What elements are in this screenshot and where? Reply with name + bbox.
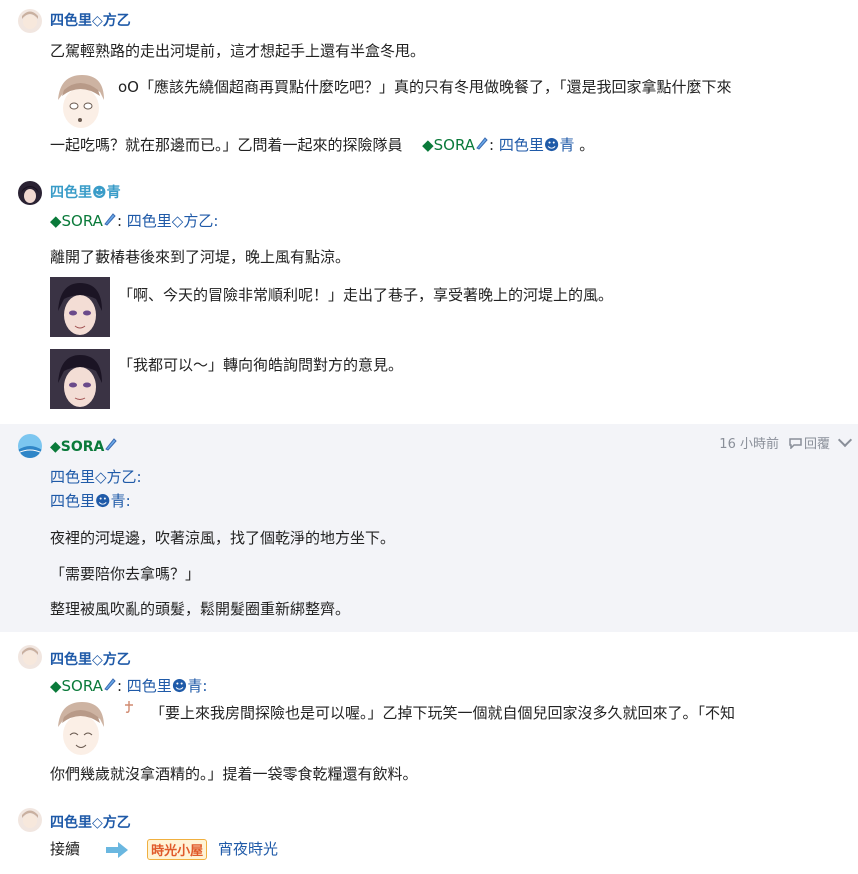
mention-ao[interactable]: 四色里☻青: — [127, 677, 208, 695]
post-3: ◆SORA 16 小時前 回覆 四色里◇方乙: 四色里☻青: 夜裡的河堤邊，吹著涼… — [0, 424, 858, 632]
mention-separator: : — [116, 212, 123, 230]
mention-ao[interactable]: 四色里☻青: — [50, 490, 131, 511]
post-2: 四色里☻青 ◆SORA: 四色里◇方乙: 離開了藪椿巷後來到了河堤，晚上風有點涼… — [0, 170, 858, 420]
username[interactable]: 四色里◇方乙 — [50, 812, 131, 832]
avatar[interactable] — [18, 9, 42, 33]
mention-otsu[interactable]: 四色里◇方乙: — [127, 212, 219, 230]
post-text: oO「應該先繞個超商再買點什麼吃吧？」真的只有冬甩做晚餐了，「還是我回家拿點什麼… — [118, 78, 732, 96]
username[interactable]: 四色里◇方乙 — [50, 10, 131, 30]
sparkle-icon — [122, 700, 136, 714]
post-text: 「啊、今天的冒險非常順利呢！」走出了巷子，享受著晚上的河堤上的風。 — [118, 286, 614, 304]
timestamp: 16 小時前 — [719, 437, 779, 452]
mention-sora[interactable]: ◆SORA — [422, 136, 475, 154]
username[interactable]: 四色里☻青 — [50, 182, 121, 202]
mention-separator: : — [116, 677, 123, 695]
post-text: 「要上來我房間探險也是可以喔。」乙掉下玩笑一個就自個兒回家沒多久就回來了。「不知 — [150, 704, 736, 722]
chevron-down-icon[interactable] — [837, 432, 853, 448]
post-text-line: 一起吃嗎？就在那邊而已。」乙問着一起來的探險隊員 ◆SORA: 四色里☻青 。 — [50, 134, 594, 155]
post-text: 乙駕輕熟路的走出河堤前，這才想起手上還有半盒冬甩。 — [50, 42, 426, 60]
post-4: 四色里◇方乙 ◆SORA: 四色里☻青: 「要上來我房間探險也是可以喔。」乙掉下… — [0, 640, 858, 800]
avatar[interactable] — [18, 808, 42, 832]
post-text: 一起吃嗎？就在那邊而已。」乙問着一起來的探險隊員 — [50, 136, 403, 154]
post-1: 四色里◇方乙 乙駕輕熟路的走出河堤前，這才想起手上還有半盒冬甩。 oO「應該先繞… — [0, 0, 858, 170]
pen-icon — [475, 136, 489, 154]
mention-sora[interactable]: ◆SORA — [50, 212, 103, 230]
post-text: 「需要陪你去拿嗎？」 — [50, 565, 201, 583]
username[interactable]: ◆SORA — [50, 437, 118, 455]
character-portrait — [50, 277, 110, 337]
character-portrait — [50, 70, 110, 130]
channel-link[interactable]: 宵夜時光 — [218, 840, 278, 858]
post-text: 你們幾歲就沒拿酒精的。」提着一袋零食乾糧還有飲料。 — [50, 765, 418, 783]
mention-otsu[interactable]: 四色里◇方乙: — [50, 466, 142, 487]
character-portrait — [50, 349, 110, 409]
avatar[interactable] — [18, 645, 42, 669]
reply-icon — [789, 438, 802, 450]
post-text: 。 — [579, 136, 595, 154]
avatar[interactable] — [18, 434, 42, 458]
avatar[interactable] — [18, 181, 42, 205]
reply-button[interactable]: 回覆 — [789, 437, 830, 452]
reply-label: 回覆 — [803, 437, 830, 452]
continue-line: 接續 時光小屋 宵夜時光 — [50, 838, 278, 860]
pen-icon — [104, 438, 118, 455]
post-text: 離開了藪椿巷後來到了河堤，晚上風有點涼。 — [50, 248, 351, 266]
continue-label: 接續 — [50, 840, 81, 858]
mention-line: ◆SORA: 四色里◇方乙: — [50, 210, 218, 231]
mention-line: ◆SORA: 四色里☻青: — [50, 675, 208, 696]
post-meta: 16 小時前 回覆 — [709, 432, 853, 452]
post-5: 四色里◇方乙 接續 時光小屋 宵夜時光 — [0, 800, 858, 874]
channel-logo[interactable]: 時光小屋 — [147, 839, 208, 860]
mention-ao[interactable]: 四色里☻青 — [499, 136, 575, 154]
username[interactable]: 四色里◇方乙 — [50, 649, 131, 669]
mention-separator: : — [489, 136, 495, 154]
post-text: 「我都可以～」轉向徇皓詢問對方的意見。 — [118, 356, 404, 374]
mention-sora[interactable]: ◆SORA — [50, 677, 103, 695]
post-text: 夜裡的河堤邊，吹著涼風，找了個乾淨的地方坐下。 — [50, 529, 396, 547]
character-portrait — [50, 697, 110, 757]
pen-icon — [103, 212, 117, 230]
pen-icon — [103, 677, 117, 695]
arrow-right-icon — [104, 841, 130, 859]
username-text: ◆SORA — [50, 439, 105, 455]
post-text: 整理被風吹亂的頭髮，鬆開髮圈重新綁整齊。 — [50, 600, 351, 618]
